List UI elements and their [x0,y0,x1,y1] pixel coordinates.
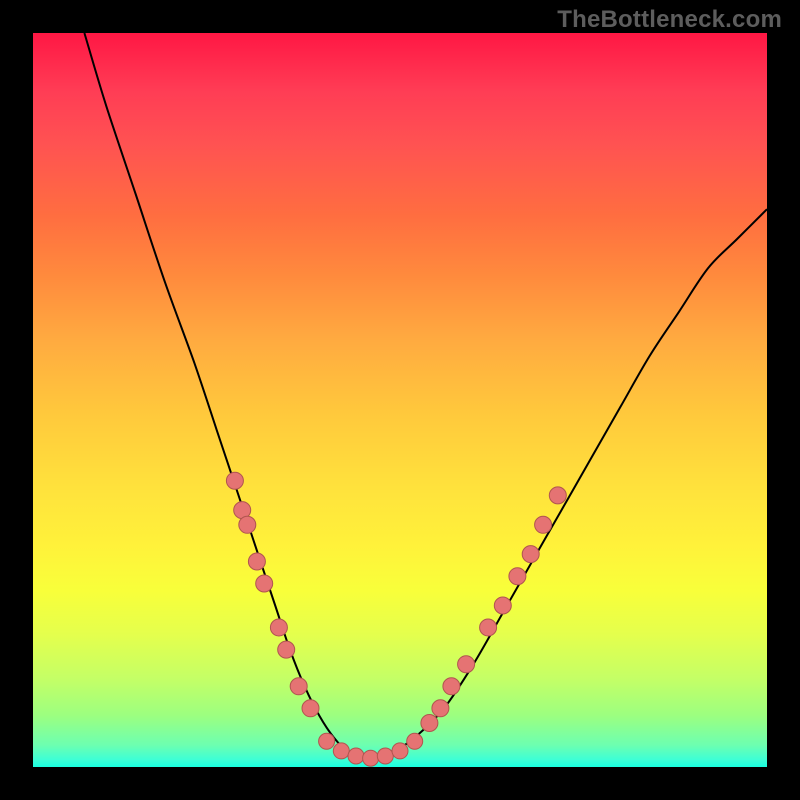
marker-dot [363,750,379,766]
marker-dot [333,743,349,759]
marker-dot [421,715,438,732]
marker-dot [290,678,307,695]
marker-dot [392,743,408,759]
marker-dot [226,472,243,489]
chart-svg [33,33,767,767]
marker-dot [348,748,364,764]
marker-dot [239,516,256,533]
marker-dot [549,487,566,504]
markers-left [226,472,319,717]
chart-stage: TheBottleneck.com [0,0,800,800]
marker-dot [509,568,526,585]
marker-dot [494,597,511,614]
markers-bottom [319,733,423,766]
plot-area [33,33,767,767]
markers-right [421,487,566,732]
marker-dot [407,733,423,749]
marker-dot [522,546,539,563]
marker-dot [377,748,393,764]
marker-dot [270,619,287,636]
marker-dot [535,516,552,533]
marker-dot [278,641,295,658]
marker-dot [302,700,319,717]
marker-dot [443,678,460,695]
marker-dot [432,700,449,717]
bottleneck-curve [84,33,767,761]
marker-dot [458,656,475,673]
marker-dot [480,619,497,636]
watermark-text: TheBottleneck.com [557,6,782,34]
marker-dot [256,575,273,592]
marker-dot [248,553,265,570]
marker-dot [319,733,335,749]
